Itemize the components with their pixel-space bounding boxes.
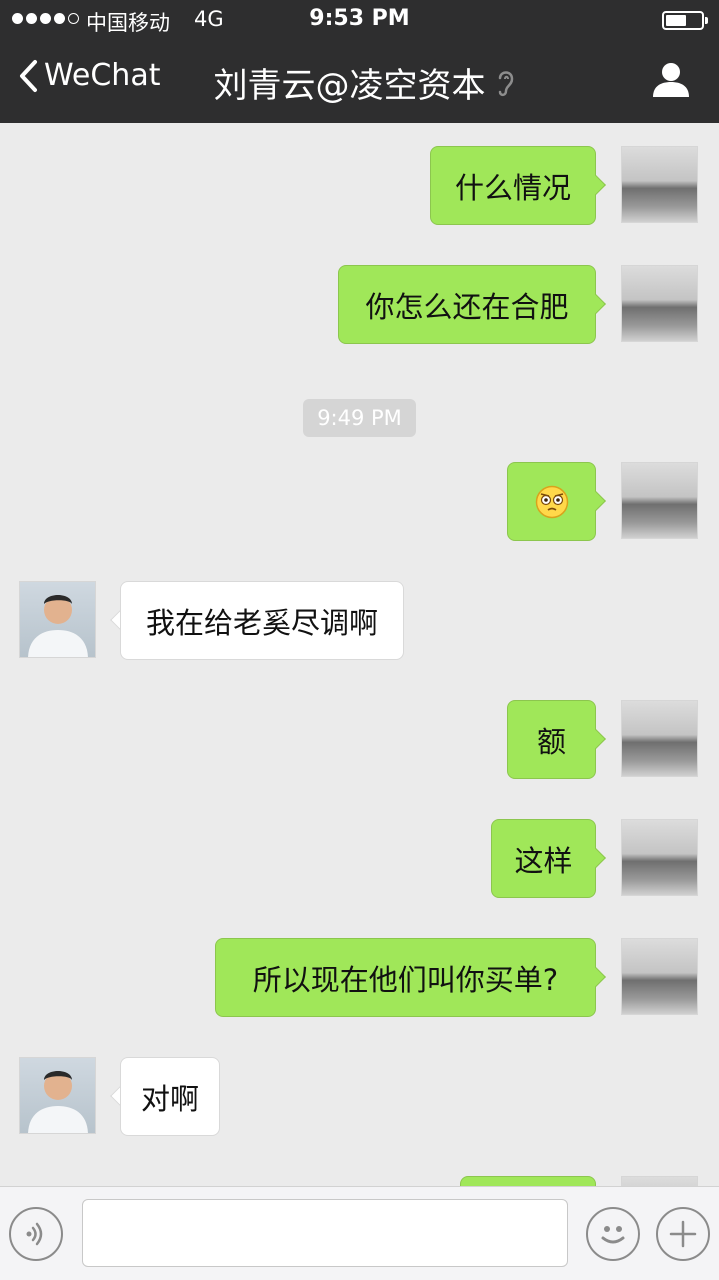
message-bubble-outgoing[interactable]: 什么情况 — [430, 146, 596, 225]
person-icon — [653, 63, 689, 97]
my-avatar[interactable] — [621, 700, 698, 777]
message-input[interactable] — [82, 1199, 568, 1267]
contact-name: 刘青云@凌空资本 — [213, 66, 486, 106]
contact-avatar[interactable] — [19, 1057, 96, 1134]
message-text: 额 — [536, 724, 566, 759]
chat-title: 刘青云@凌空资本 — [0, 58, 719, 107]
message-bubble-outgoing[interactable]: 所以现在他们叫你买单? — [215, 938, 596, 1017]
chat-header: 中国移动 4G 9:53 PM WeChat 刘青云@凌空资本 — [0, 0, 719, 123]
message-text: 我在给老奚尽调啊 — [145, 605, 378, 640]
message-bubble-outgoing[interactable]: 额 — [507, 700, 596, 779]
ear-icon — [498, 70, 513, 96]
message-text: 所以现在他们叫你买单? — [252, 962, 559, 997]
message-bubble-outgoing[interactable]: 这样 — [491, 819, 596, 898]
annoyed-face-emoji — [535, 485, 568, 518]
my-avatar[interactable] — [621, 819, 698, 896]
battery-icon — [662, 11, 704, 30]
contact-avatar[interactable] — [19, 581, 96, 658]
message-bubble-incoming[interactable]: 我在给老奚尽调啊 — [120, 581, 404, 660]
my-avatar[interactable] — [621, 938, 698, 1015]
more-button[interactable] — [656, 1207, 710, 1261]
voice-icon — [26, 1222, 43, 1246]
emoji-button[interactable] — [586, 1207, 640, 1261]
voice-button[interactable] — [9, 1207, 63, 1261]
my-avatar[interactable] — [621, 265, 698, 342]
my-avatar[interactable] — [621, 146, 698, 223]
message-bubble-outgoing[interactable] — [507, 462, 596, 541]
profile-button[interactable] — [652, 62, 690, 102]
message-bubble-incoming[interactable]: 对啊 — [120, 1057, 220, 1136]
message-timestamp: 9:49 PM — [303, 399, 416, 437]
my-avatar[interactable] — [621, 462, 698, 539]
message-text: 对啊 — [140, 1081, 199, 1116]
message-text: 什么情况 — [454, 170, 571, 205]
plus-icon — [669, 1220, 697, 1248]
message-bubble-outgoing[interactable]: 你怎么还在合肥 — [338, 265, 596, 344]
message-text: 这样 — [514, 843, 573, 878]
status-bar: 中国移动 4G 9:53 PM — [0, 0, 719, 40]
smiley-icon — [601, 1226, 625, 1244]
status-time: 9:53 PM — [309, 6, 410, 31]
message-text: 你怎么还在合肥 — [365, 289, 569, 324]
